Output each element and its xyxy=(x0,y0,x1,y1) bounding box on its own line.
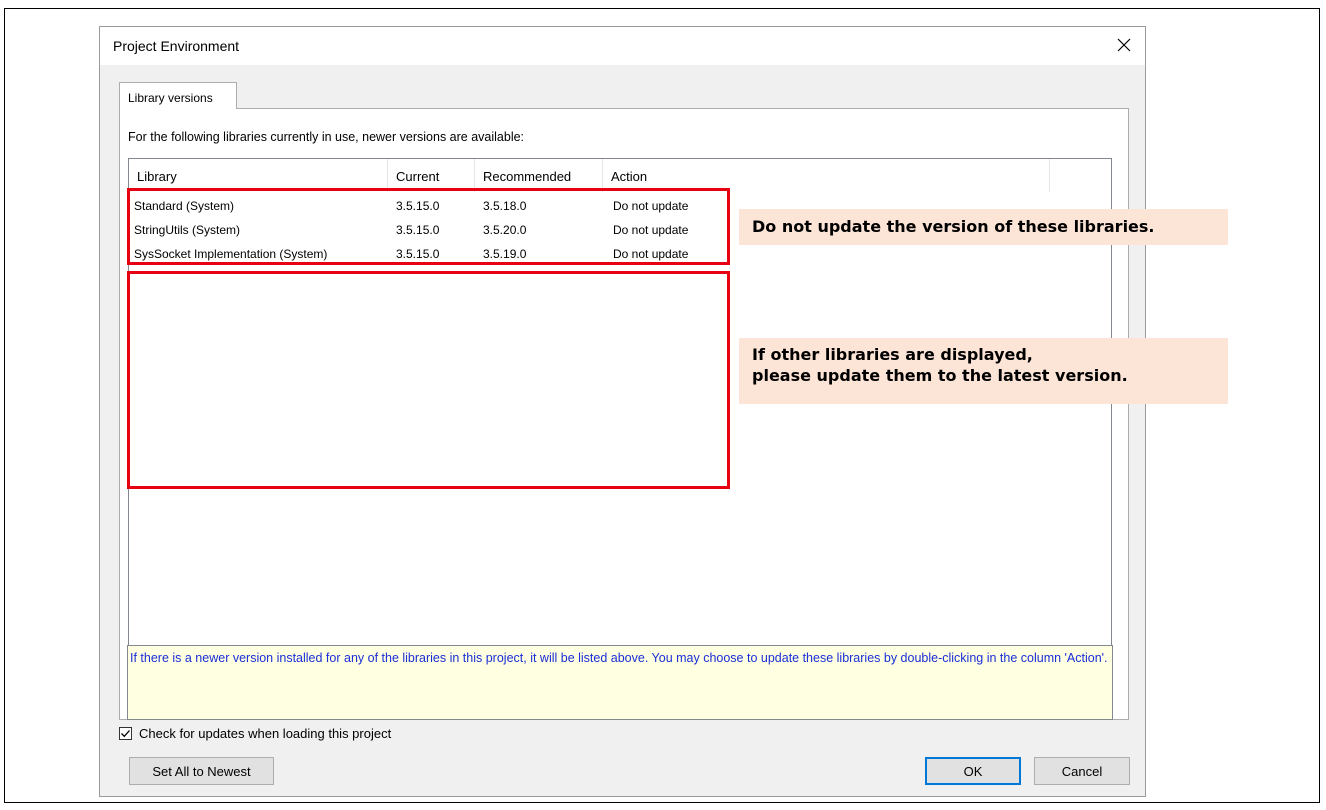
checkmark-icon xyxy=(121,729,130,737)
set-all-to-newest-button[interactable]: Set All to Newest xyxy=(129,757,274,785)
check-updates-checkbox[interactable] xyxy=(119,726,132,740)
callout-line-2: please update them to the latest version… xyxy=(752,366,1128,385)
cancel-button[interactable]: Cancel xyxy=(1034,757,1130,785)
help-text-box: If there is a newer version installed fo… xyxy=(127,645,1113,720)
ok-button[interactable]: OK xyxy=(925,757,1021,785)
check-updates-label: Check for updates when loading this proj… xyxy=(139,725,392,741)
callout-line-1: If other libraries are displayed, xyxy=(752,345,1033,364)
dialog-title: Project Environment xyxy=(113,38,240,54)
panel-description: For the following libraries currently in… xyxy=(128,130,525,144)
close-icon xyxy=(1117,38,1131,52)
highlight-box-other-libraries xyxy=(127,271,730,489)
check-updates-option[interactable]: Check for updates when loading this proj… xyxy=(119,724,391,742)
dialog-titlebar: Project Environment xyxy=(100,27,1145,65)
highlight-box-current-libraries xyxy=(127,188,730,265)
tab-library-versions[interactable]: Library versions xyxy=(119,82,237,109)
callout-do-not-update: Do not update the version of these libra… xyxy=(739,209,1228,245)
close-button[interactable] xyxy=(1109,31,1139,59)
callout-update-others: If other libraries are displayed, please… xyxy=(739,338,1228,404)
